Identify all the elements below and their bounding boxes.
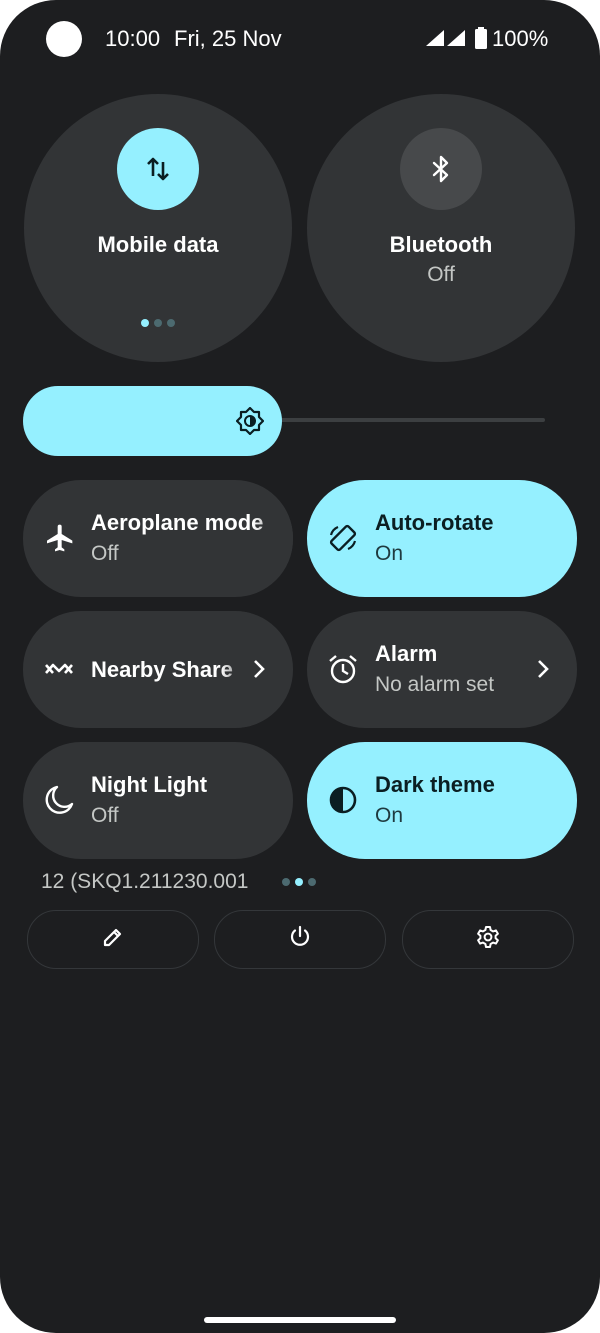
nearby-share-label-clip: Nearby Share <box>91 611 251 728</box>
night-light-tile[interactable]: Night Light Off <box>23 742 293 859</box>
alarm-tile[interactable]: Alarm No alarm set <box>307 611 577 728</box>
auto-rotate-tile[interactable]: Auto-rotate On <box>307 480 577 597</box>
mobile-data-icon <box>117 128 199 210</box>
dark-theme-label: Dark theme <box>375 772 495 797</box>
battery-percent: 100% <box>492 26 549 51</box>
alarm-status: No alarm set <box>375 673 495 696</box>
build-number[interactable]: 12 (SKQ1.211230.001 <box>41 870 248 894</box>
nearby-share-label: Nearby Share <box>91 657 233 682</box>
brightness-slider[interactable] <box>23 386 282 456</box>
chevron-right-icon <box>247 655 271 683</box>
auto-rotate-status: On <box>375 542 404 565</box>
nearby-share-tile[interactable]: Nearby Share <box>23 611 293 728</box>
build-number-clip: 12 (SKQ1.211230.001 <box>41 870 273 898</box>
auto-rotate-label: Auto-rotate <box>375 510 494 535</box>
qs-page-indicator <box>282 878 316 886</box>
status-time: 10:00 <box>105 26 161 51</box>
bluetooth-tile[interactable]: Bluetooth Off <box>307 94 575 362</box>
battery-icon <box>475 27 487 54</box>
mobile-data-label: Mobile data <box>97 232 219 257</box>
page-dot-active <box>141 319 149 327</box>
moon-icon <box>41 782 77 818</box>
home-indicator[interactable] <box>204 1317 396 1323</box>
auto-rotate-icon <box>325 520 361 556</box>
dark-theme-status: On <box>375 804 404 827</box>
camera-cutout <box>46 21 82 57</box>
page-indicator <box>24 319 292 327</box>
bluetooth-icon <box>400 128 482 210</box>
bluetooth-status: Off <box>427 263 455 286</box>
pencil-icon <box>102 926 124 953</box>
aeroplane-mode-label: Aeroplane mode <box>91 510 264 535</box>
aeroplane-mode-tile[interactable]: Aeroplane mode Off <box>23 480 293 597</box>
status-date[interactable]: Fri, 25 Nov <box>174 26 282 52</box>
aeroplane-mode-status: Off <box>91 542 119 565</box>
chevron-right-icon <box>531 655 555 683</box>
bluetooth-label: Bluetooth <box>389 232 493 257</box>
signal-icon <box>426 28 468 48</box>
page-dot <box>308 878 316 886</box>
night-light-status: Off <box>91 804 119 827</box>
page-dot <box>167 319 175 327</box>
mobile-data-tile[interactable]: Mobile data <box>24 94 292 362</box>
dark-theme-tile[interactable]: Dark theme On <box>307 742 577 859</box>
page-dot <box>154 319 162 327</box>
gear-icon <box>476 925 500 954</box>
night-light-label: Night Light <box>91 772 208 797</box>
alarm-icon <box>325 651 361 687</box>
nearby-share-icon <box>41 651 77 687</box>
power-button[interactable] <box>214 910 386 969</box>
dark-theme-icon <box>325 782 361 818</box>
settings-button[interactable] <box>402 910 574 969</box>
alarm-label: Alarm <box>375 641 438 666</box>
airplane-icon <box>41 520 77 556</box>
power-icon <box>288 925 312 954</box>
brightness-track[interactable] <box>280 418 545 422</box>
page-dot <box>282 878 290 886</box>
page-dot-active <box>295 878 303 886</box>
quick-settings-panel: 10:00 Fri, 25 Nov 100% Mobile data Bluet… <box>0 0 600 1333</box>
brightness-auto-icon <box>235 406 265 436</box>
edit-button[interactable] <box>27 910 199 969</box>
